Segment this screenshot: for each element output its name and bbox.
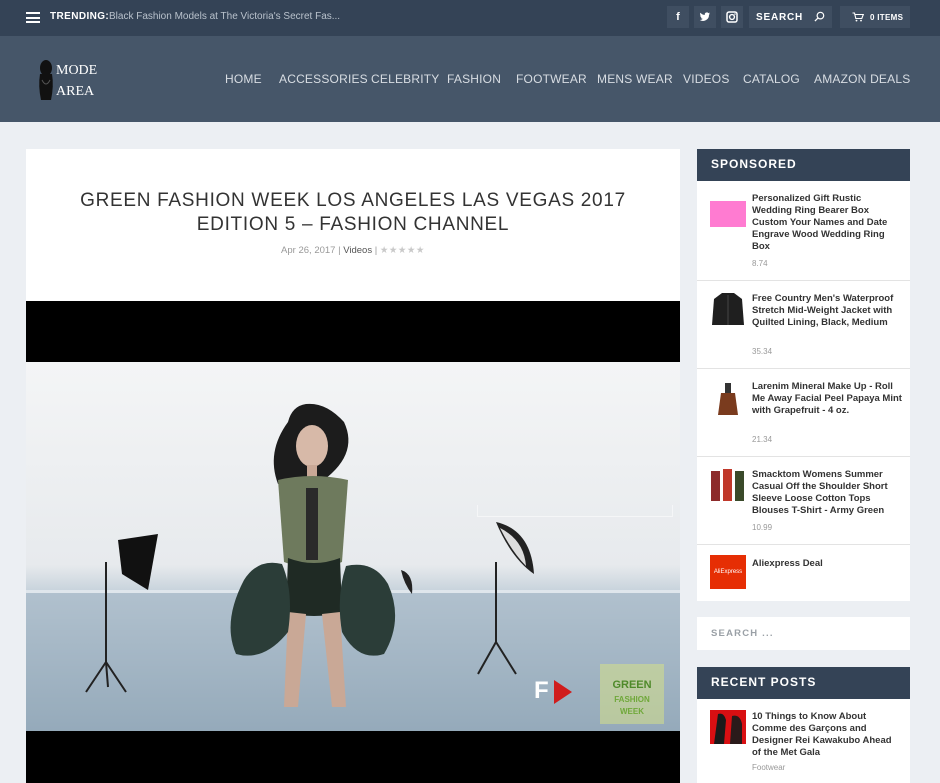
facebook-icon[interactable]: f (667, 6, 689, 28)
cart-button[interactable]: 0 ITEMS (840, 6, 910, 28)
sponsored-item[interactable]: Larenim Mineral Make Up - Roll Me Away F… (697, 369, 910, 457)
instagram-icon[interactable] (721, 6, 743, 28)
hamburger-menu-icon[interactable] (26, 12, 40, 23)
article-meta: Apr 26, 2017 | Videos | ★★★★★ (26, 245, 680, 256)
green-fashion-week-watermark: GREEN FASHION WEEK (600, 664, 664, 724)
sponsored-item-title[interactable]: Aliexpress Deal (752, 558, 902, 570)
sponsored-item[interactable]: AliExpress Aliexpress Deal (697, 545, 910, 601)
header-search (749, 6, 832, 28)
article-title: GREEN FASHION WEEK LOS ANGELES LAS VEGAS… (80, 190, 626, 235)
sponsored-item-title[interactable]: Larenim Mineral Make Up - Roll Me Away F… (752, 381, 902, 417)
logo-figure-icon (39, 60, 53, 100)
meta-separator: | (338, 245, 341, 256)
nav-footwear[interactable]: FOOTWEAR (516, 72, 587, 86)
search-icon[interactable] (814, 11, 825, 22)
trending-label: TRENDING: (50, 11, 110, 22)
cart-count: 0 ITEMS (870, 13, 904, 22)
video-controls-overlay[interactable] (477, 505, 673, 517)
watermark-line3: WEEK (620, 707, 644, 716)
video-player[interactable]: F GREEN FASHION WEEK (26, 301, 680, 783)
nav-videos[interactable]: VIDEOS (683, 72, 730, 86)
sponsored-item-title[interactable]: Smacktom Womens Summer Casual Off the Sh… (752, 469, 902, 517)
main-header: MODE AREA HOME ACCESSORIES CELEBRITY FAS… (0, 36, 940, 122)
twitter-icon[interactable] (694, 6, 716, 28)
recent-posts-list: 10 Things to Know About Comme des Garçon… (697, 699, 910, 783)
logo-text-line2: AREA (56, 84, 95, 99)
sponsored-item[interactable]: Personalized Gift Rustic Wedding Ring Be… (697, 181, 910, 281)
watermark-line2: FASHION (614, 695, 650, 704)
channel-logo-text: F (534, 677, 549, 704)
sponsored-item-price: 35.34 (752, 347, 773, 356)
cart-icon (852, 12, 864, 22)
sponsored-item[interactable]: Smacktom Womens Summer Casual Off the Sh… (697, 457, 910, 545)
recent-posts-widget-title: RECENT POSTS (697, 667, 910, 699)
article-card: GREEN FASHION WEEK LOS ANGELES LAS VEGAS… (26, 149, 680, 783)
nav-celebrity[interactable]: CELEBRITY (371, 72, 440, 86)
nav-home[interactable]: HOME (225, 72, 262, 86)
product-thumbnail[interactable] (710, 381, 746, 417)
recent-post-thumbnail[interactable] (710, 710, 746, 744)
video-frame[interactable]: F GREEN FASHION WEEK (26, 362, 680, 731)
top-bar: TRENDING: Black Fashion Models at The Vi… (0, 0, 940, 36)
product-thumbnail[interactable] (710, 291, 746, 327)
sponsored-item-price: 21.34 (752, 435, 773, 444)
site-logo[interactable]: MODE AREA (36, 58, 106, 102)
sponsored-item-price: 8.74 (752, 259, 768, 268)
sidebar-search-input[interactable] (697, 617, 910, 650)
rating-stars[interactable]: ★★★★★ (380, 245, 425, 256)
sidebar-search (697, 617, 910, 650)
trending-headline-link[interactable]: Black Fashion Models at The Victoria's S… (109, 11, 340, 22)
nav-amazon-deals[interactable]: AMAZON DEALS (814, 72, 910, 86)
video-scene: F GREEN FASHION WEEK (26, 362, 680, 731)
nav-fashion[interactable]: FASHION (447, 72, 501, 86)
nav-accessories[interactable]: ACCESSORIES (279, 72, 368, 86)
sponsored-list: Personalized Gift Rustic Wedding Ring Be… (697, 181, 910, 601)
meta-separator: | (374, 245, 378, 256)
aliexpress-logo[interactable]: AliExpress (710, 555, 746, 589)
recent-post-category[interactable]: Footwear (752, 763, 785, 772)
recent-post-title[interactable]: 10 Things to Know About Comme des Garçon… (752, 711, 902, 759)
watermark-line1: GREEN (612, 679, 651, 691)
sponsored-item-title[interactable]: Personalized Gift Rustic Wedding Ring Be… (752, 193, 902, 253)
nav-catalog[interactable]: CATALOG (743, 72, 800, 86)
product-thumbnail[interactable] (710, 467, 746, 503)
sponsored-item[interactable]: Free Country Men's Waterproof Stretch Mi… (697, 281, 910, 369)
post-date: Apr 26, 2017 (281, 245, 336, 256)
sponsored-widget-title: SPONSORED (697, 149, 910, 181)
product-thumbnail[interactable] (710, 193, 746, 229)
nav-mens-wear[interactable]: MENS WEAR (597, 72, 673, 86)
sponsored-item-price: 10.99 (752, 523, 773, 532)
sponsored-item-title[interactable]: Free Country Men's Waterproof Stretch Mi… (752, 293, 902, 329)
post-category-link[interactable]: Videos (343, 245, 372, 256)
logo-text-line1: MODE (56, 63, 98, 78)
header-search-input[interactable] (749, 6, 815, 28)
